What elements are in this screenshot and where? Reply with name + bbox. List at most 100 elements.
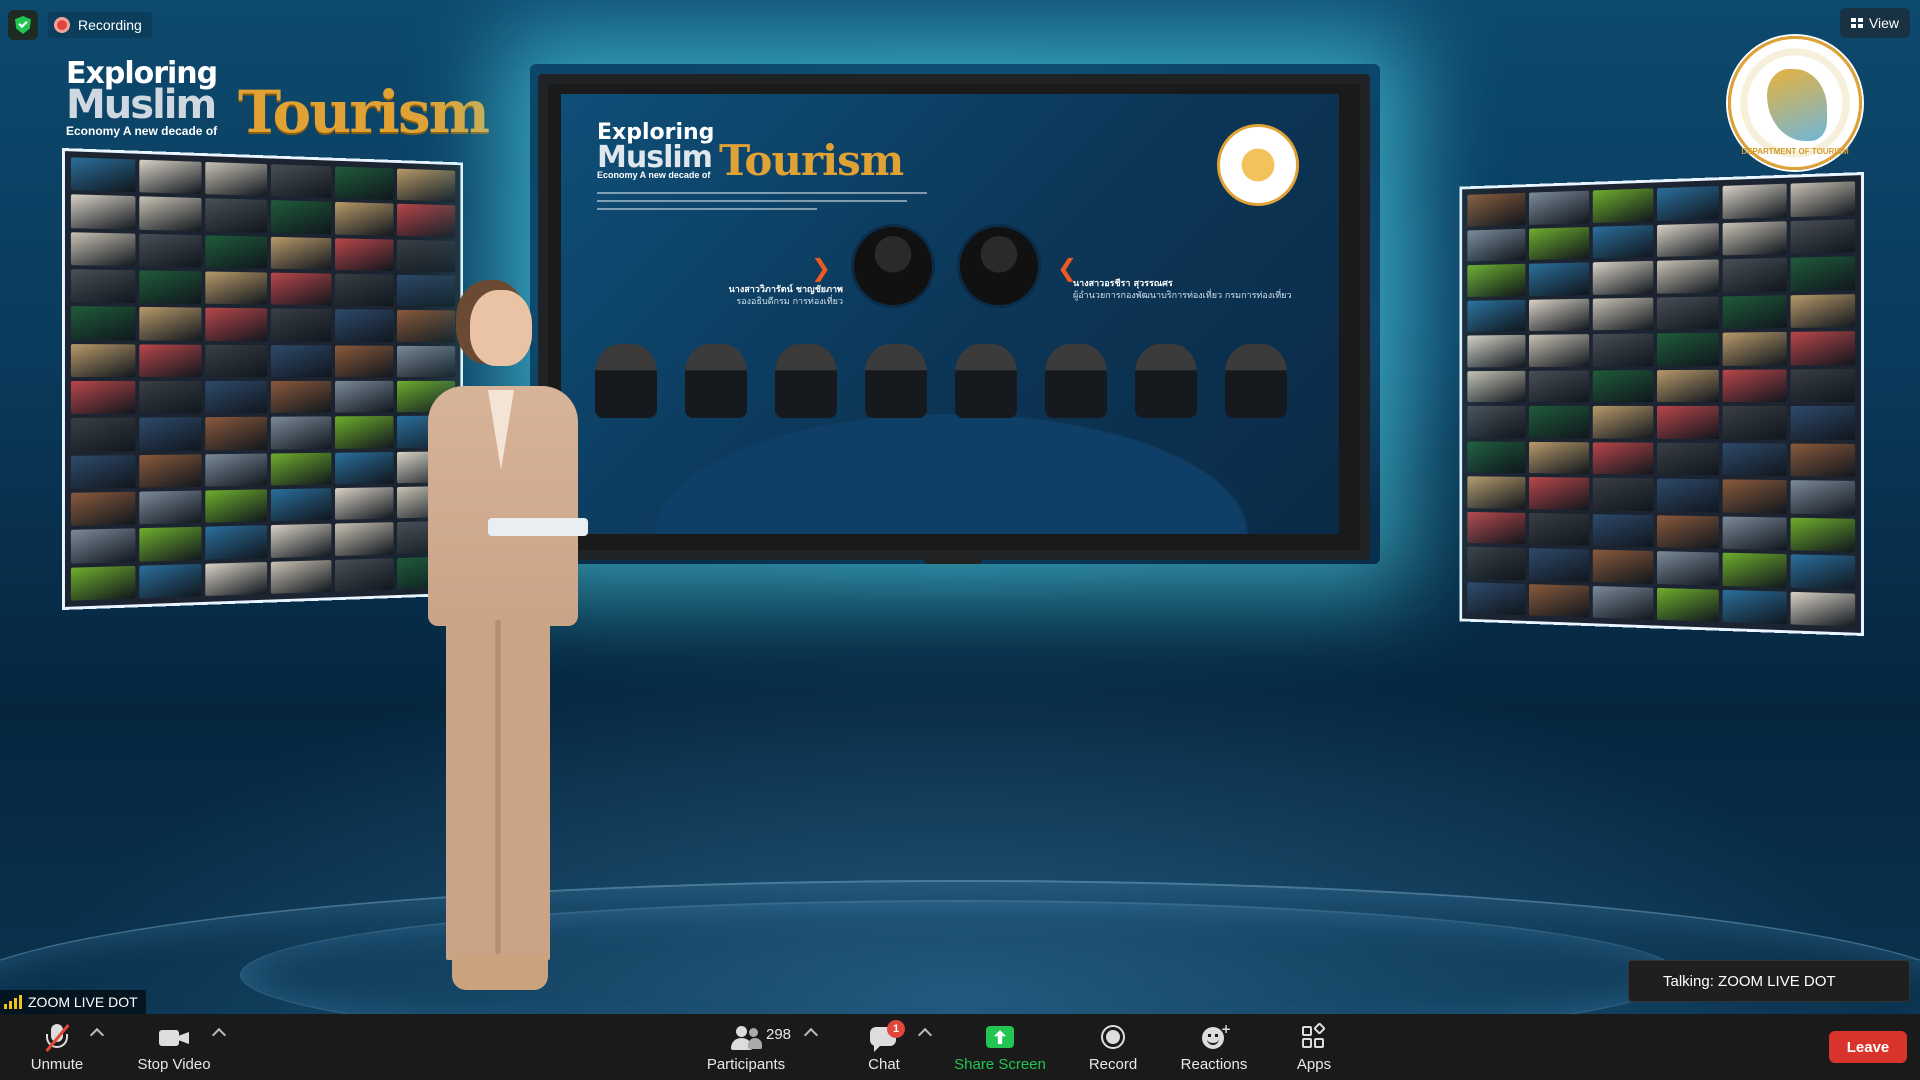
participant-video-tile <box>334 416 394 449</box>
participant-video-tile <box>1467 581 1526 616</box>
share-screen-button[interactable]: Share Screen <box>952 1014 1048 1080</box>
talking-indicator: Talking: ZOOM LIVE DOT <box>1628 960 1910 1002</box>
chat-label: Chat <box>868 1056 900 1073</box>
participant-video-tile <box>1790 331 1856 365</box>
participant-video-tile <box>205 525 268 560</box>
participant-video-tile <box>205 271 268 305</box>
participant-video-tile <box>1592 477 1654 511</box>
participant-video-tile <box>334 273 394 307</box>
participant-video-tile <box>1657 295 1720 330</box>
talking-label: Talking: ZOOM LIVE DOT <box>1663 972 1836 990</box>
participant-video-tile <box>1467 228 1526 262</box>
participant-video-tile <box>1592 405 1654 439</box>
participant-video-tile <box>138 380 202 414</box>
participant-video-tile <box>1592 549 1654 584</box>
participant-video-tile <box>1657 478 1720 513</box>
participant-video-tile <box>1657 587 1720 622</box>
event-subtitle: Economy A new decade of <box>66 124 218 138</box>
participant-video-tile <box>1592 297 1654 331</box>
record-button[interactable]: Record <box>1084 1014 1142 1080</box>
event-title-line3: Tourism <box>238 78 490 146</box>
signal-bars-icon <box>4 995 22 1009</box>
security-shield-button[interactable] <box>8 10 38 40</box>
participant-video-tile <box>1722 442 1787 477</box>
unmute-button[interactable]: Unmute <box>24 1014 90 1080</box>
participant-video-tile <box>138 159 202 195</box>
participant-video-tile <box>1722 368 1787 403</box>
apps-button[interactable]: Apps <box>1290 1014 1338 1080</box>
participant-video-tile <box>1722 515 1787 551</box>
participant-video-tile <box>334 309 394 342</box>
participant-video-tile <box>270 488 332 522</box>
participant-video-tile <box>334 237 394 271</box>
participant-video-tile <box>70 380 136 415</box>
slide-description-text <box>597 188 937 216</box>
participant-video-tile <box>1592 441 1654 475</box>
participant-video-tile <box>1657 222 1720 257</box>
audio-options-caret[interactable] <box>89 1027 105 1043</box>
participant-video-tile <box>1790 480 1856 515</box>
panelist-photo <box>1135 344 1197 418</box>
participant-video-tile <box>1592 585 1654 620</box>
chevron-right-icon: ❯ <box>811 254 832 282</box>
participant-video-tile <box>1467 476 1526 509</box>
participants-icon <box>730 1024 764 1052</box>
panelist-photo <box>865 344 927 418</box>
video-stage: Exploring Muslim Tourism Economy A new d… <box>0 0 1920 1014</box>
participant-video-tile <box>1529 262 1589 296</box>
participant-video-tile <box>1657 514 1720 549</box>
participant-video-tile <box>1529 405 1589 438</box>
presenter-trousers <box>446 620 550 960</box>
participants-options-caret[interactable] <box>803 1027 819 1043</box>
participant-video-tile <box>1592 224 1654 259</box>
recording-indicator[interactable]: Recording <box>48 12 152 38</box>
panelist-photo <box>1225 344 1287 418</box>
participant-video-tile <box>70 491 136 527</box>
participant-video-tile <box>397 239 456 272</box>
participant-video-tile <box>270 164 332 199</box>
participant-video-tile <box>334 451 394 485</box>
participant-video-tile <box>70 269 136 304</box>
participant-video-tile <box>1722 220 1787 256</box>
microphone-muted-icon <box>40 1024 74 1052</box>
participant-wall-right <box>1459 172 1864 636</box>
speaker-photo <box>957 224 1041 308</box>
reactions-button[interactable]: + Reactions <box>1176 1014 1252 1080</box>
participant-video-tile <box>138 417 202 451</box>
participant-video-tile <box>205 234 268 269</box>
participant-video-tile <box>1529 512 1589 546</box>
participant-video-tile <box>70 231 136 267</box>
participant-video-tile <box>1529 190 1589 225</box>
record-dot-icon <box>54 17 70 33</box>
shield-icon <box>15 16 31 34</box>
participant-video-tile <box>270 416 332 450</box>
participant-video-tile <box>205 198 268 233</box>
participant-video-tile <box>334 557 394 592</box>
video-camera-icon <box>157 1024 191 1052</box>
stop-video-button[interactable]: Stop Video <box>132 1014 216 1080</box>
chat-button[interactable]: 1 Chat <box>860 1014 908 1080</box>
share-screen-label: Share Screen <box>954 1056 1046 1073</box>
participant-video-tile <box>1790 517 1856 552</box>
chat-options-caret[interactable] <box>917 1027 933 1043</box>
participant-video-tile <box>1657 442 1720 476</box>
participant-video-tile <box>397 203 456 237</box>
participant-video-tile <box>1657 551 1720 586</box>
participant-video-tile <box>334 202 394 236</box>
presenter-head <box>470 290 532 366</box>
participant-video-tile <box>270 452 332 486</box>
participant-video-tile <box>1790 256 1856 291</box>
speaker-right-name: นางสาวอรชีรา สุวรรณศร ผู้อำนวยการกองพัฒน… <box>1073 279 1292 301</box>
participant-video-tile <box>1529 583 1589 618</box>
apps-label: Apps <box>1296 1056 1332 1073</box>
event-title-line2: Muslim <box>66 82 217 128</box>
participant-video-tile <box>1722 589 1787 625</box>
leave-button[interactable]: Leave <box>1829 1031 1907 1063</box>
participant-video-tile <box>1592 188 1654 223</box>
participant-video-tile <box>138 490 202 525</box>
participant-video-tile <box>1790 405 1856 440</box>
participants-button[interactable]: 298 Participants <box>700 1014 792 1080</box>
view-label: View <box>1868 15 1900 31</box>
view-button[interactable]: View <box>1840 8 1910 38</box>
panelist-photo <box>1045 344 1107 418</box>
